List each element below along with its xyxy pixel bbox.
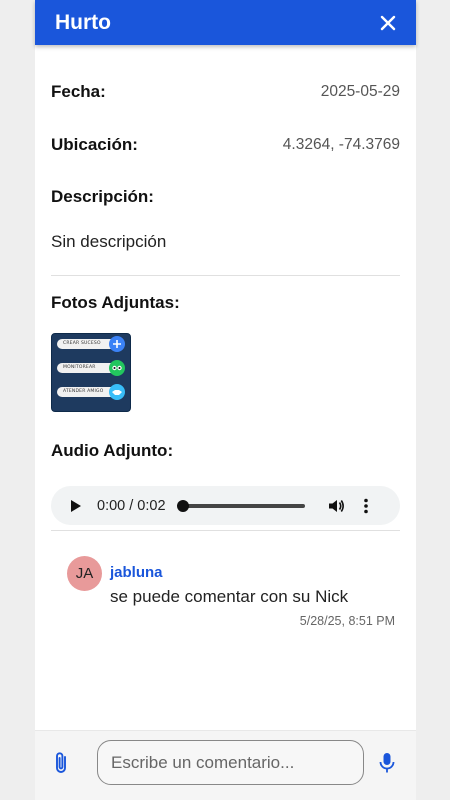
descripcion-label: Descripción: <box>51 187 154 206</box>
play-icon[interactable] <box>69 499 83 513</box>
divider <box>51 275 400 276</box>
close-icon <box>380 15 396 30</box>
audio-label: Audio Adjunto: <box>51 441 174 460</box>
fecha-label: Fecha: <box>51 82 106 101</box>
fecha-value: 2025-05-29 <box>320 83 400 100</box>
comment-input[interactable] <box>97 740 364 785</box>
audio-player: 0:00 / 0:02 <box>51 486 400 525</box>
incident-panel: Hurto Fecha: 2025-05-29 Ubicación: 4.326… <box>35 0 416 800</box>
ubicacion-row: Ubicación: 4.3264, -74.3769 <box>51 135 400 155</box>
comment-text: se puede comentar con su Nick <box>110 587 349 606</box>
audio-progress-bar[interactable] <box>176 499 305 512</box>
comment-username: jabluna <box>110 564 163 581</box>
comment-composer <box>35 730 416 800</box>
attached-photo-thumbnail[interactable]: CREAR SUCESO MONITOREAR ATENDER AMIGO <box>51 333 131 412</box>
comment-timestamp: 5/28/25, 8:51 PM <box>299 614 395 628</box>
plus-icon <box>109 336 125 352</box>
audio-progress-thumb[interactable] <box>176 499 189 512</box>
header-bar: Hurto <box>35 0 416 45</box>
divider <box>51 530 400 531</box>
descripcion-value: Sin descripción <box>51 232 167 251</box>
fotos-row: Fotos Adjuntas: <box>51 293 400 313</box>
paperclip-icon[interactable] <box>52 751 72 775</box>
descripcion-row: Descripción: <box>51 187 400 207</box>
photo-pill-2: MONITOREAR <box>57 363 117 373</box>
comment-item: JA jabluna se puede comentar con su Nick… <box>67 556 400 631</box>
audio-time: 0:00 / 0:02 <box>97 497 166 514</box>
photo-pill-1: CREAR SUCESO <box>57 339 117 349</box>
volume-icon[interactable] <box>327 497 345 515</box>
ubicacion-value: 4.3264, -74.3769 <box>282 136 400 153</box>
page-title: Hurto <box>55 10 111 34</box>
handshake-icon <box>109 384 125 400</box>
fecha-row: Fecha: 2025-05-29 <box>51 82 400 102</box>
audio-row: Audio Adjunto: <box>51 441 400 461</box>
more-vert-icon[interactable] <box>357 497 375 515</box>
eyes-icon <box>109 360 125 376</box>
close-button[interactable] <box>376 11 400 35</box>
microphone-icon[interactable] <box>377 751 397 775</box>
photo-pill-3: ATENDER AMIGO <box>57 387 117 397</box>
ubicacion-label: Ubicación: <box>51 135 138 154</box>
avatar: JA <box>67 556 102 591</box>
fotos-label: Fotos Adjuntas: <box>51 293 180 312</box>
